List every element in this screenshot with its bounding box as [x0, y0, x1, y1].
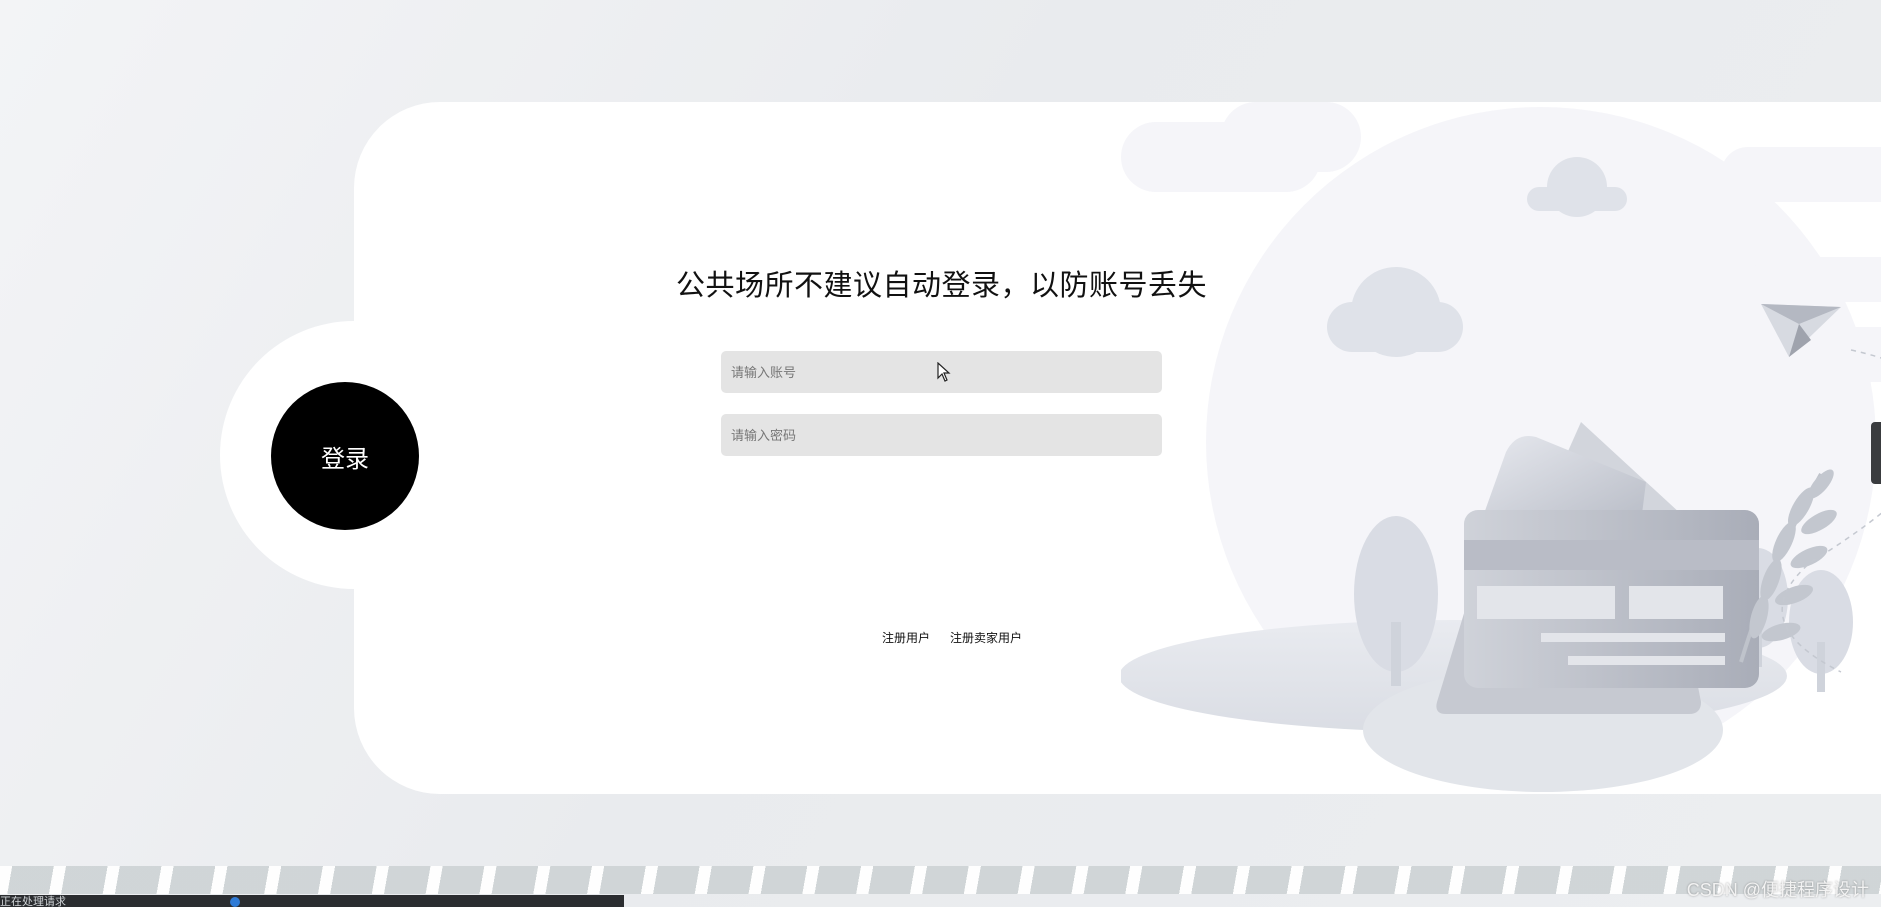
- register-links: 注册用户 注册卖家用户: [882, 629, 1022, 646]
- password-input[interactable]: [721, 414, 1162, 456]
- side-drawer-handle[interactable]: [1871, 422, 1881, 484]
- decorative-stripes: [0, 866, 1881, 894]
- status-text: 正在处理请求: [0, 896, 66, 907]
- password-field: [721, 414, 1162, 456]
- page-title: 公共场所不建议自动登录，以防账号丢失: [675, 270, 1207, 302]
- register-seller-link[interactable]: 注册卖家用户: [950, 629, 1022, 646]
- login-illustration: [1121, 102, 1881, 792]
- loading-indicator-icon: [230, 897, 240, 907]
- mouse-cursor-icon: [937, 362, 951, 382]
- status-bar: 正在处理请求: [0, 895, 624, 907]
- login-button[interactable]: 登录: [271, 382, 419, 530]
- register-user-link[interactable]: 注册用户: [882, 629, 930, 646]
- watermark: CSDN @便捷程序设计: [1686, 880, 1869, 900]
